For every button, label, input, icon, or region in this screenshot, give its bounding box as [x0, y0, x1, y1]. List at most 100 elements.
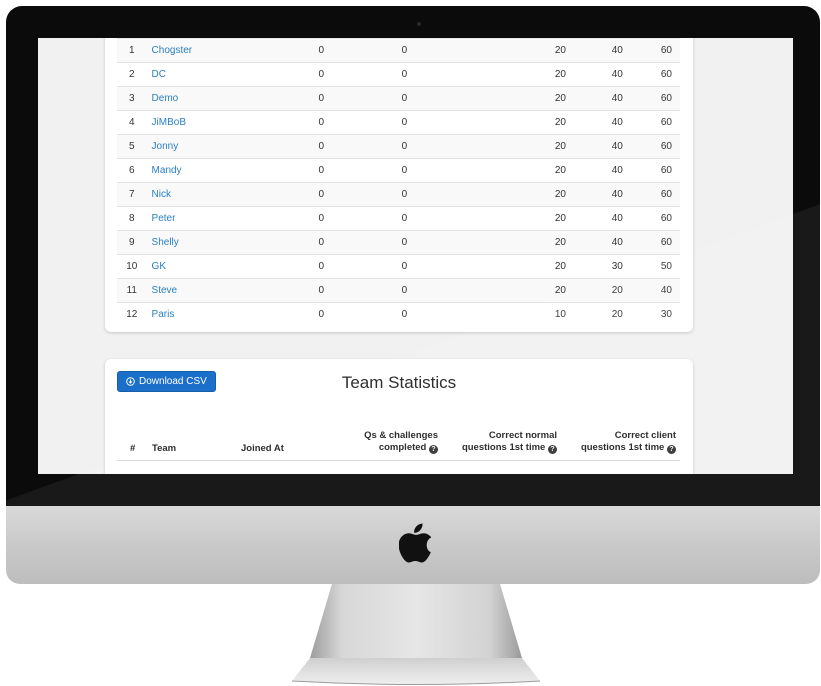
total-cell: 60 [622, 182, 680, 207]
rank-cell: 3 [117, 86, 147, 111]
score-cell: 0 [401, 278, 485, 303]
rank-cell: 5 [117, 134, 147, 159]
screen: 1 Chogster 0 0 20 40 60 2 DC 0 0 20 40 60 3 Demo 0 0 20 40 6… [38, 38, 793, 474]
table-row: 11 Steve 0 0 20 20 40 [117, 278, 680, 303]
score-cell: 0 [401, 302, 485, 326]
score-cell: 0 [401, 230, 485, 255]
scores-table: 1 Chogster 0 0 20 40 60 2 DC 0 0 20 40 60 3 Demo 0 0 20 40 6… [117, 38, 680, 326]
table-row: 10 GK 0 0 20 30 50 [117, 254, 680, 279]
column-header-correct-client[interactable]: Correct client questions 1st time ? [565, 430, 676, 454]
score-cell: 0 [318, 158, 402, 183]
rank-cell: 10 [117, 254, 147, 279]
question-circle-icon[interactable]: ? [548, 445, 557, 454]
score-cell: 0 [401, 254, 485, 279]
rank-cell: 2 [117, 62, 147, 87]
total-cell: 50 [622, 254, 680, 279]
score-cell: 40 [565, 134, 623, 159]
camera-icon [417, 22, 421, 26]
team-statistics-card: Download CSV Team Statistics # Team Join… [105, 359, 693, 474]
total-cell: 60 [622, 230, 680, 255]
question-circle-icon[interactable]: ? [667, 445, 676, 454]
team-name-link[interactable]: Demo [146, 86, 319, 111]
total-cell: 30 [622, 302, 680, 326]
score-cell: 20 [484, 230, 566, 255]
scores-card: 1 Chogster 0 0 20 40 60 2 DC 0 0 20 40 60 3 Demo 0 0 20 40 6… [105, 38, 693, 332]
team-statistics-title: Team Statistics [341, 373, 457, 392]
question-circle-icon[interactable]: ? [429, 445, 438, 454]
total-cell: 60 [622, 110, 680, 135]
rank-cell: 6 [117, 158, 147, 183]
total-cell: 60 [622, 38, 680, 63]
score-cell: 0 [401, 158, 485, 183]
table-row: 4 JiMBoB 0 0 20 40 60 [117, 110, 680, 135]
score-cell: 0 [318, 62, 402, 87]
rank-cell: 4 [117, 110, 147, 135]
team-name-link[interactable]: Paris [146, 302, 319, 326]
column-header-correct-normal[interactable]: Correct normal questions 1st time ? [440, 430, 557, 454]
score-cell: 0 [401, 38, 485, 63]
team-name-link[interactable]: Peter [146, 206, 319, 231]
team-name-link[interactable]: Mandy [146, 158, 319, 183]
team-name-link[interactable]: Nick [146, 182, 319, 207]
normal-header-line2: questions 1st time [461, 442, 546, 453]
table-row: 1 Chogster 0 0 20 40 60 [117, 38, 680, 63]
total-cell: 60 [622, 62, 680, 87]
score-cell: 0 [401, 86, 485, 111]
total-cell: 40 [622, 278, 680, 303]
score-cell: 40 [565, 86, 623, 111]
team-name-link[interactable]: Jonny [146, 134, 319, 159]
score-cell: 40 [565, 230, 623, 255]
rank-cell: 11 [117, 278, 147, 303]
score-cell: 20 [484, 182, 566, 207]
column-header-rank[interactable]: # [130, 443, 135, 455]
team-name-link[interactable]: Shelly [146, 230, 319, 255]
table-row: 8 Peter 0 0 20 40 60 [117, 206, 680, 231]
team-name-link[interactable]: JiMBoB [146, 110, 319, 135]
rank-cell: 7 [117, 182, 147, 207]
table-header-divider [117, 460, 680, 461]
score-cell: 0 [318, 86, 402, 111]
score-cell: 10 [484, 302, 566, 326]
team-name-link[interactable]: GK [146, 254, 319, 279]
total-cell: 60 [622, 134, 680, 159]
score-cell: 0 [401, 206, 485, 231]
score-cell: 0 [318, 134, 402, 159]
client-header-line1: Correct client [614, 430, 676, 441]
column-header-qs-completed[interactable]: Qs & challenges completed ? [333, 430, 438, 454]
score-cell: 0 [318, 254, 402, 279]
score-cell: 20 [565, 302, 623, 326]
team-name-link[interactable]: Chogster [146, 38, 319, 63]
score-cell: 0 [401, 110, 485, 135]
table-row: 7 Nick 0 0 20 40 60 [117, 182, 680, 207]
score-cell: 0 [318, 302, 402, 326]
score-cell: 0 [318, 182, 402, 207]
table-row: 6 Mandy 0 0 20 40 60 [117, 158, 680, 183]
score-cell: 0 [318, 230, 402, 255]
score-cell: 20 [484, 206, 566, 231]
score-cell: 0 [401, 134, 485, 159]
rank-cell: 12 [117, 302, 147, 326]
rank-cell: 9 [117, 230, 147, 255]
rank-cell: 1 [117, 38, 147, 63]
score-cell: 0 [318, 278, 402, 303]
score-cell: 20 [484, 110, 566, 135]
team-name-link[interactable]: Steve [146, 278, 319, 303]
score-cell: 0 [401, 182, 485, 207]
rank-cell: 8 [117, 206, 147, 231]
score-cell: 20 [484, 134, 566, 159]
score-cell: 40 [565, 110, 623, 135]
table-row: 9 Shelly 0 0 20 40 60 [117, 230, 680, 255]
table-row: 3 Demo 0 0 20 40 60 [117, 86, 680, 111]
column-header-joined-at[interactable]: Joined At [241, 443, 284, 455]
column-header-team[interactable]: Team [152, 443, 176, 455]
score-cell: 20 [484, 254, 566, 279]
table-row: 12 Paris 0 0 10 20 30 [117, 302, 680, 326]
table-row: 2 DC 0 0 20 40 60 [117, 62, 680, 87]
qs-header-line2: completed [378, 442, 427, 453]
team-name-link[interactable]: DC [146, 62, 319, 87]
score-cell: 0 [318, 206, 402, 231]
score-cell: 40 [565, 38, 623, 63]
score-cell: 40 [565, 206, 623, 231]
score-cell: 0 [318, 110, 402, 135]
score-cell: 40 [565, 62, 623, 87]
